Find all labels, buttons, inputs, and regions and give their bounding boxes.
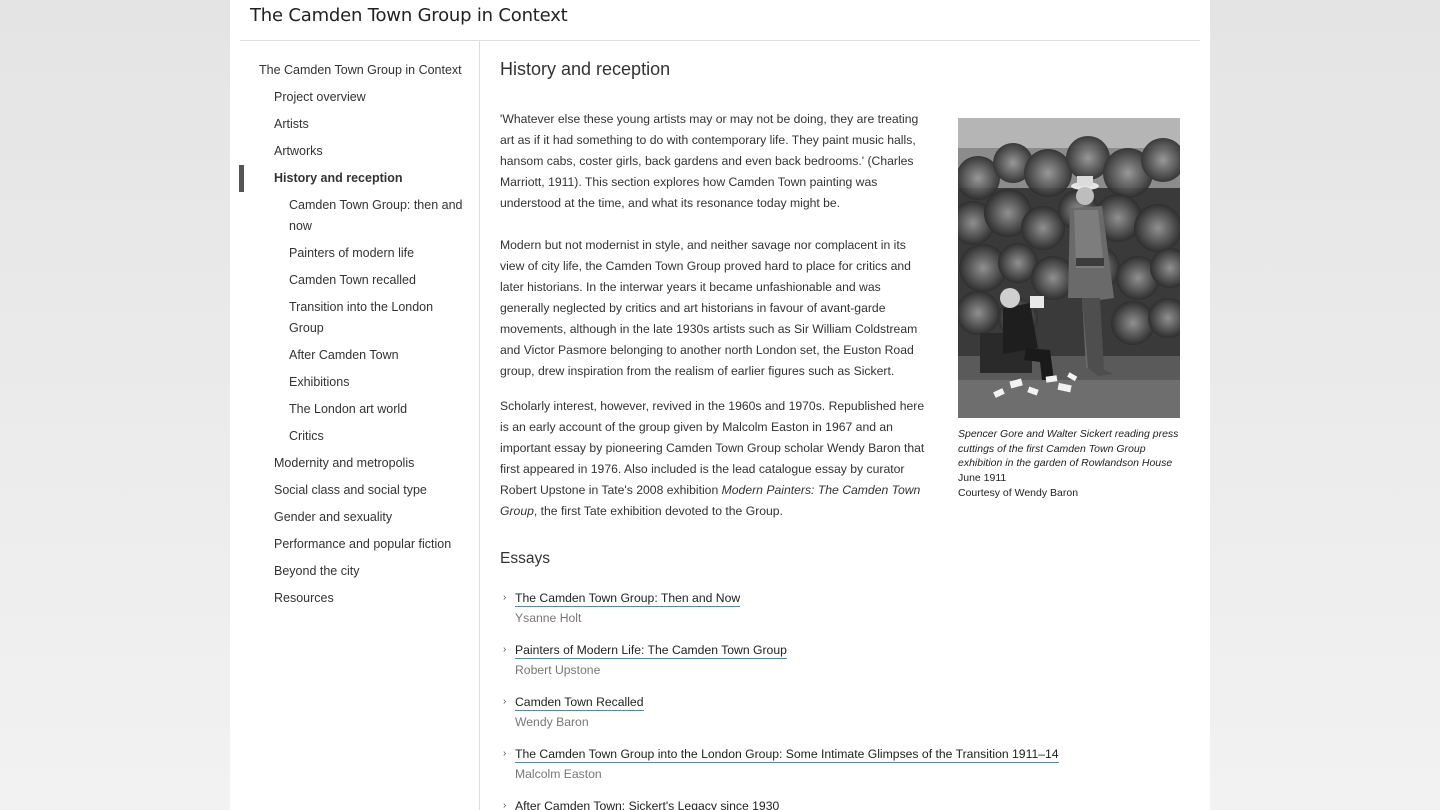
photo-illustration [958,118,1180,418]
sidebar-item-after-camden-town[interactable]: After Camden Town [230,342,479,369]
essay-link[interactable]: The Camden Town Group: Then and Now [515,590,741,607]
sidebar-item-modernity-and-metropolis[interactable]: Modernity and metropolis [230,450,479,477]
site-title[interactable]: The Camden Town Group in Context [250,5,568,26]
sidebar-item-resources[interactable]: Resources [230,585,479,612]
essay-item: › The Camden Town Group into the London … [500,745,1190,797]
paragraph-text: , the first Tate exhibition devoted to t… [533,504,783,518]
sidebar-item-painters-of-modern-life[interactable]: Painters of modern life [230,240,479,267]
sidebar-item-critics[interactable]: Critics [230,423,479,450]
caption-description: Spencer Gore and Walter Sickert reading … [958,428,1179,470]
intro-paragraph-2: Modern but not modernist in style, and n… [500,238,918,378]
sidebar-item-label: History and reception [274,171,403,185]
sidebar-item-gender-and-sexuality[interactable]: Gender and sexuality [230,504,479,531]
essay-list: › The Camden Town Group: Then and Now Ys… [500,589,1190,810]
essay-link[interactable]: Camden Town Recalled [515,694,644,711]
photo-caption: Spencer Gore and Walter Sickert reading … [958,427,1180,501]
sidebar-item-social-class[interactable]: Social class and social type [230,477,479,504]
sidebar-divider [479,41,480,810]
sidebar-nav: The Camden Town Group in Context Project… [230,57,479,612]
essay-author: Malcolm Easton [515,767,602,781]
chevron-right-icon: › [503,696,507,707]
essay-link[interactable]: After Camden Town: Sickert's Legacy sinc… [515,798,779,810]
essay-author: Ysanne Holt [515,611,582,625]
active-item-marker [239,165,244,192]
essays-heading: Essays [500,550,550,567]
essay-item: › Painters of Modern Life: The Camden To… [500,641,1190,693]
historic-photo-figure: Spencer Gore and Walter Sickert reading … [958,118,1180,501]
chevron-right-icon: › [503,644,507,655]
essay-link[interactable]: Painters of Modern Life: The Camden Town… [515,642,787,659]
intro-paragraph-3: Scholarly interest, however, revived in … [500,396,925,522]
essay-link[interactable]: The Camden Town Group into the London Gr… [515,746,1059,763]
header-divider [240,40,1200,41]
chevron-right-icon: › [503,592,507,603]
sidebar-item-artists[interactable]: Artists [230,111,479,138]
intro-text: 'Whatever else these young artists may o… [500,109,925,522]
sidebar-item-beyond-the-city[interactable]: Beyond the city [230,558,479,585]
essay-item: › After Camden Town: Sickert's Legacy si… [500,797,1190,810]
sidebar-item-transition-london-group[interactable]: Transition into the London Group [230,294,479,342]
sidebar-item-artworks[interactable]: Artworks [230,138,479,165]
sidebar-item-london-art-world[interactable]: The London art world [230,396,479,423]
historic-photo[interactable] [958,118,1180,418]
sidebar-item-camden-town-recalled[interactable]: Camden Town recalled [230,267,479,294]
sidebar-item-project-overview[interactable]: Project overview [230,84,479,111]
page-container: The Camden Town Group in Context The Cam… [230,0,1210,810]
essay-author: Wendy Baron [515,715,589,729]
sidebar-item-then-and-now[interactable]: Camden Town Group: then and now [230,192,479,240]
sidebar-item-history-and-reception[interactable]: History and reception [230,165,479,192]
essay-author: Robert Upstone [515,663,601,677]
sidebar-item-camden-town-group-in-context[interactable]: The Camden Town Group in Context [230,57,479,84]
essay-item: › The Camden Town Group: Then and Now Ys… [500,589,1190,641]
photo-credit: Courtesy of Wendy Baron [958,486,1079,499]
caption-date: June 1911 [958,472,1007,485]
intro-paragraph-1: 'Whatever else these young artists may o… [500,112,919,210]
main-content: History and reception 'Whatever else the… [500,55,1190,810]
chevron-right-icon: › [503,748,507,759]
chevron-right-icon: › [503,800,507,810]
page-title: History and reception [500,59,671,79]
sidebar-item-performance-popular-fiction[interactable]: Performance and popular fiction [230,531,479,558]
sidebar-item-exhibitions[interactable]: Exhibitions [230,369,479,396]
essay-item: › Camden Town Recalled Wendy Baron [500,693,1190,745]
